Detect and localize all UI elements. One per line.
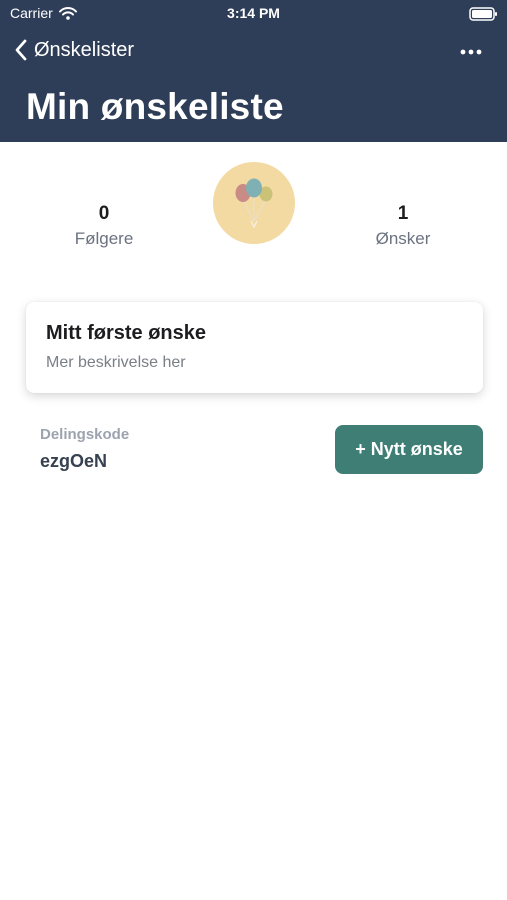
balloons-icon [235, 178, 273, 229]
wishes-label: Ønsker [375, 229, 431, 248]
back-button[interactable]: Ønskelister [14, 38, 134, 62]
more-horizontal-icon[interactable] [459, 43, 483, 61]
followers-count: 0 [98, 203, 110, 224]
share-code-value: ezgOeN [40, 451, 108, 471]
followers-stat: 0 Følgere [34, 203, 174, 249]
wishes-count: 1 [397, 203, 409, 224]
wish-description: Mer beskrivelse her [46, 354, 186, 371]
avatar [213, 162, 295, 244]
wish-card[interactable]: Mitt første ønske Mer beskrivelse her [26, 302, 483, 393]
share-code-label: Delingskode [40, 426, 130, 443]
navigation-bar: Ønskelister [0, 30, 507, 74]
new-wish-button[interactable]: + Nytt ønske [335, 425, 483, 474]
back-label: Ønskelister [34, 38, 135, 61]
header: Carrier 3:14 PM Ønskelister Min ønskelis… [0, 0, 507, 142]
status-time: 3:14 PM [227, 5, 280, 21]
wishes-stat: 1 Ønsker [333, 203, 473, 249]
wish-title: Mitt første ønske [46, 322, 207, 344]
battery-icon [469, 7, 497, 21]
status-bar: Carrier 3:14 PM [0, 0, 507, 28]
page-title: Min ønskeliste [26, 86, 284, 127]
chevron-left-icon [15, 39, 27, 61]
followers-label: Følgere [74, 229, 134, 248]
